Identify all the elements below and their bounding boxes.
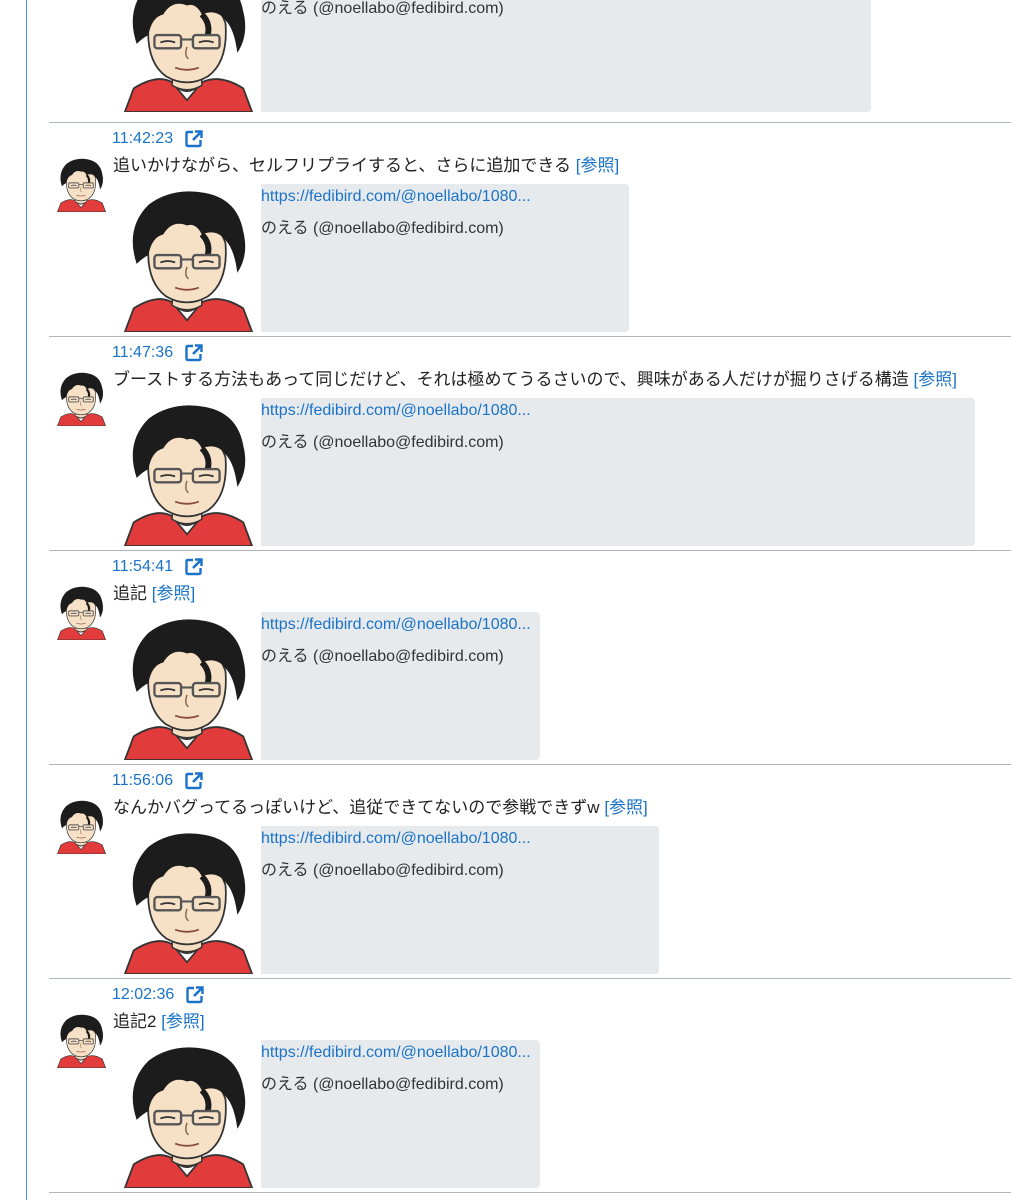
link-card[interactable]: https://fedibird.com/@noellabo/1080... の… — [113, 184, 629, 332]
timestamp-link[interactable]: 11:54:41 — [112, 558, 173, 576]
link-card[interactable]: https://fedibird.com/@noellabo/1080... の… — [113, 826, 659, 974]
card-avatar-image — [113, 184, 261, 332]
divider — [49, 336, 1011, 337]
thread-border — [26, 0, 27, 1200]
avatar[interactable] — [53, 798, 109, 854]
card-author: のえる (@noellabo@fedibird.com) — [261, 1076, 504, 1093]
post-text: なんかバグってるっぽいけど、追従できてないので参戦できずw [参照] — [113, 797, 648, 819]
link-card[interactable]: https://fedibird.com/@noellabo/1080... の… — [113, 612, 540, 760]
card-avatar-image — [113, 612, 261, 760]
reference-link[interactable]: [参照] — [604, 798, 647, 817]
divider — [49, 122, 1011, 123]
card-author: のえる (@noellabo@fedibird.com) — [261, 0, 504, 17]
avatar[interactable] — [53, 1012, 109, 1068]
card-avatar-image — [113, 826, 261, 974]
post-body: なんかバグってるっぽいけど、追従できてないので参戦できずw — [113, 798, 600, 817]
external-link-icon[interactable] — [185, 772, 203, 790]
post-header: 11:47:36 — [112, 342, 203, 364]
divider — [49, 1192, 1011, 1193]
post-body: 追記 — [113, 584, 147, 603]
post-header: 12:02:36 — [112, 984, 204, 1006]
external-link-icon[interactable] — [186, 986, 204, 1004]
reference-link[interactable]: [参照] — [152, 584, 195, 603]
link-card[interactable]: のえる (@noellabo@fedibird.com) — [113, 0, 871, 112]
post-body: 追記2 — [113, 1012, 157, 1031]
external-link-icon[interactable] — [185, 558, 203, 576]
post-text: 追いかけながら、セルフリプライすると、さらに追加できる [参照] — [113, 155, 619, 177]
divider — [49, 978, 1011, 979]
card-author: のえる (@noellabo@fedibird.com) — [261, 220, 504, 237]
reference-link[interactable]: [参照] — [161, 1012, 204, 1031]
divider — [49, 550, 1011, 551]
card-url-link[interactable]: https://fedibird.com/@noellabo/1080... — [261, 616, 531, 634]
post-text: ブーストする方法もあって同じだけど、それは極めてうるさいので、興味がある人だけが… — [113, 369, 957, 391]
post-header: 11:56:06 — [112, 770, 203, 792]
post-header: 11:42:23 — [112, 128, 203, 150]
timestamp-link[interactable]: 11:47:36 — [112, 344, 173, 362]
card-url-link[interactable]: https://fedibird.com/@noellabo/1080... — [261, 1044, 531, 1062]
link-card[interactable]: https://fedibird.com/@noellabo/1080... の… — [113, 1040, 540, 1188]
external-link-icon[interactable] — [185, 130, 203, 148]
card-url-link[interactable]: https://fedibird.com/@noellabo/1080... — [261, 188, 531, 206]
reference-link[interactable]: [参照] — [576, 156, 619, 175]
reference-link[interactable]: [参照] — [914, 370, 957, 389]
avatar[interactable] — [53, 156, 109, 212]
card-url-link[interactable]: https://fedibird.com/@noellabo/1080... — [261, 830, 531, 848]
timestamp-link[interactable]: 12:02:36 — [112, 986, 174, 1004]
timestamp-link[interactable]: 11:56:06 — [112, 772, 173, 790]
post-body: ブーストする方法もあって同じだけど、それは極めてうるさいので、興味がある人だけが… — [113, 370, 909, 389]
external-link-icon[interactable] — [185, 344, 203, 362]
card-avatar-image — [113, 1040, 261, 1188]
timeline-page: のえる (@noellabo@fedibird.com) 11:42:23 追い… — [0, 0, 1011, 1200]
post-text: 追記 [参照] — [113, 583, 195, 605]
post-body: 追いかけながら、セルフリプライすると、さらに追加できる — [113, 156, 571, 175]
avatar[interactable] — [53, 370, 109, 426]
timestamp-link[interactable]: 11:42:23 — [112, 130, 173, 148]
card-author: のえる (@noellabo@fedibird.com) — [261, 434, 504, 451]
post-text: 追記2 [参照] — [113, 1011, 205, 1033]
card-author: のえる (@noellabo@fedibird.com) — [261, 862, 504, 879]
card-avatar-image — [113, 0, 261, 112]
post-header: 11:54:41 — [112, 556, 203, 578]
avatar[interactable] — [53, 584, 109, 640]
card-url-link[interactable]: https://fedibird.com/@noellabo/1080... — [261, 402, 531, 420]
card-author: のえる (@noellabo@fedibird.com) — [261, 648, 504, 665]
divider — [49, 764, 1011, 765]
link-card[interactable]: https://fedibird.com/@noellabo/1080... の… — [113, 398, 975, 546]
card-avatar-image — [113, 398, 261, 546]
